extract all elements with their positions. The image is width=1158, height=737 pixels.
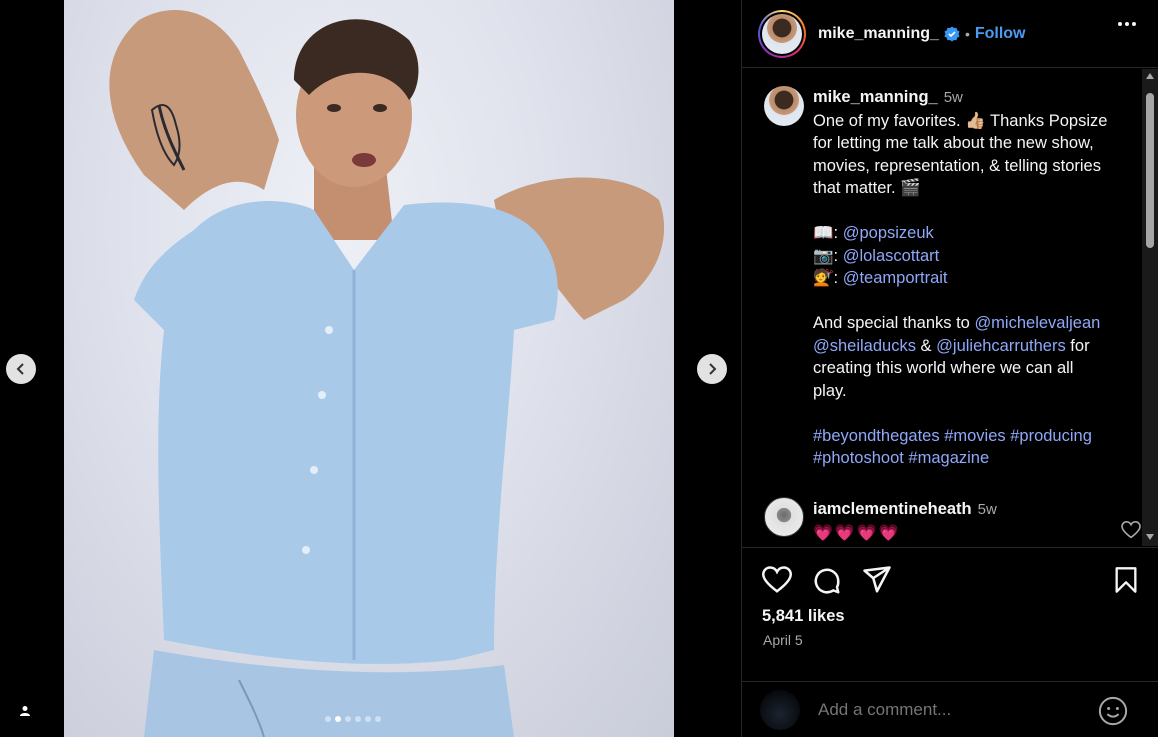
tagged-users-button[interactable] xyxy=(14,700,36,722)
caption-line: movies, representation, & telling storie… xyxy=(813,156,1101,175)
post-sidebar: mike_manning_ • Follow mike_manning_ 5w O… xyxy=(741,0,1158,737)
camera-icon: 📷 xyxy=(813,246,834,265)
commenter-avatar[interactable] xyxy=(764,497,804,537)
mention-link[interactable]: @teamportrait xyxy=(843,269,948,287)
commenter-username[interactable]: iamclementineheath xyxy=(813,500,972,518)
credit-line: 💇: @teamportrait xyxy=(813,269,948,287)
caption-avatar[interactable] xyxy=(764,86,804,126)
send-icon[interactable] xyxy=(862,566,892,594)
carousel-dot xyxy=(345,716,351,722)
caption-username[interactable]: mike_manning_ xyxy=(813,88,938,106)
book-icon: 📖 xyxy=(813,224,834,242)
comment-item: iamclementineheath 5w 💗💗💗💗 xyxy=(764,497,1149,546)
hashtag-links[interactable]: #photoshoot #magazine xyxy=(813,447,1144,470)
caption-line: for letting me talk about the new show, xyxy=(813,134,1094,152)
caption-time[interactable]: 5w xyxy=(944,89,963,106)
caption-line: One of my favorites. 👍🏼 Thanks Popsize xyxy=(813,111,1108,130)
follow-button[interactable]: Follow xyxy=(975,25,1026,43)
post-media xyxy=(0,0,741,737)
emoji-icon[interactable] xyxy=(1098,696,1128,726)
comments-list[interactable]: mike_manning_ 5w One of my favorites. 👍🏼 … xyxy=(742,69,1158,546)
carousel-dot xyxy=(325,716,331,722)
carousel-dot xyxy=(375,716,381,722)
heart-icon[interactable] xyxy=(762,566,792,594)
post-date[interactable]: April 5 xyxy=(763,632,803,648)
user-icon xyxy=(20,706,30,716)
caption-text: creating this world where we can all xyxy=(813,359,1074,377)
author-username[interactable]: mike_manning_ xyxy=(818,25,939,43)
mention-link[interactable]: @juliehcarruthers xyxy=(936,337,1066,355)
carousel-prev-button[interactable] xyxy=(6,354,36,384)
caption-line: that matter. 🎬 xyxy=(813,179,921,197)
likes-count[interactable]: 5,841 likes xyxy=(762,607,845,626)
chevron-left-icon xyxy=(16,363,24,375)
verified-badge-icon xyxy=(944,26,960,41)
haircut-icon: 💇 xyxy=(813,269,834,287)
mention-link[interactable]: @lolascottart xyxy=(843,247,940,265)
carousel-dot xyxy=(365,716,371,722)
credit-line: 📷: @lolascottart xyxy=(813,246,940,265)
comment-icon[interactable] xyxy=(812,566,842,596)
caption-text: for xyxy=(1065,336,1090,355)
add-comment-input[interactable] xyxy=(818,700,1088,720)
caption-text: play. xyxy=(813,381,847,400)
post-header: mike_manning_ • Follow xyxy=(742,0,1158,68)
mention-link[interactable]: @popsizeuk xyxy=(843,224,934,242)
comment-text: 💗💗💗💗 xyxy=(813,525,901,542)
author-avatar[interactable] xyxy=(758,9,806,58)
mention-link[interactable]: @sheiladucks xyxy=(813,337,916,355)
carousel-indicator xyxy=(325,716,381,722)
separator-dot: • xyxy=(964,25,970,42)
more-options-button[interactable] xyxy=(1118,22,1136,26)
carousel-next-button[interactable] xyxy=(697,354,727,384)
chevron-right-icon xyxy=(709,363,717,375)
carousel-dot-active xyxy=(335,716,341,722)
credit-line: 📖: @popsizeuk xyxy=(813,224,934,242)
hashtag-links[interactable]: #beyondthegates #movies #producing xyxy=(813,425,1144,448)
carousel-dot xyxy=(355,716,361,722)
post-photo[interactable] xyxy=(64,0,674,737)
caption-text: & xyxy=(915,336,937,355)
mention-link[interactable]: @michelevaljean xyxy=(974,314,1100,332)
add-comment-bar xyxy=(742,681,1158,737)
comments-scrollbar[interactable] xyxy=(1142,69,1158,546)
bookmark-icon[interactable] xyxy=(1114,566,1138,594)
comment-time[interactable]: 5w xyxy=(978,501,997,518)
comment-like-heart-icon[interactable] xyxy=(1121,521,1141,539)
post-photo-illustration xyxy=(109,10,665,737)
post-actions: 5,841 likes April 5 xyxy=(742,547,1158,737)
caption: mike_manning_ 5w One of my favorites. 👍🏼 … xyxy=(764,86,1144,470)
caption-text: And special thanks to xyxy=(813,314,975,332)
current-user-avatar xyxy=(760,690,800,730)
